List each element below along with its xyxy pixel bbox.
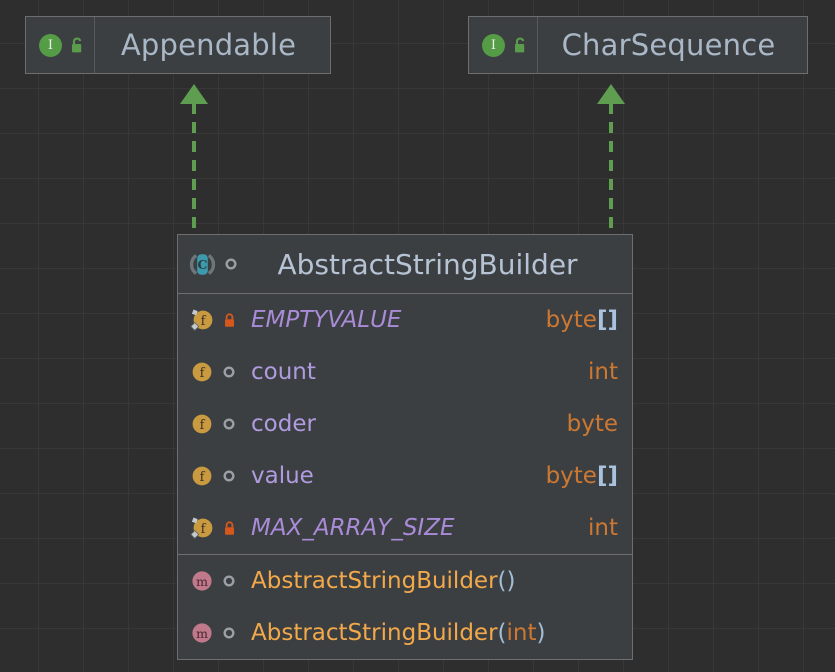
method-signature: (int) <box>498 620 546 646</box>
class-name-label: AbstractStringBuilder <box>277 247 578 281</box>
class-fields-section: f EMPTYVALUE byte[] f count int f coder … <box>178 294 632 555</box>
package-private-circle-icon <box>225 258 237 270</box>
field-type-label: byte[] <box>546 307 618 333</box>
svg-text:m: m <box>196 574 208 589</box>
svg-text:C: C <box>198 257 208 272</box>
method-params: int <box>506 620 537 646</box>
field-type-text: int <box>588 515 618 541</box>
field-type-label: int <box>588 515 618 541</box>
package-private-circle-icon <box>223 575 235 587</box>
array-brackets: [] <box>596 463 618 489</box>
class-header-icons: C <box>178 251 237 278</box>
field-type-label: byte <box>567 411 618 437</box>
field-name-label: count <box>251 359 316 385</box>
open-paren: ( <box>497 568 507 594</box>
field-icons: f <box>189 411 251 437</box>
field-icons: f <box>189 307 251 333</box>
method-row-constructor-int[interactable]: m AbstractStringBuilder (int) <box>178 607 632 659</box>
interface-node-appendable[interactable]: I Appendable <box>25 16 331 74</box>
class-node-abstractstringbuilder[interactable]: C AbstractStringBuilder f EMPTYVALUE byt… <box>177 234 633 660</box>
inheritance-arrowhead-icon <box>180 84 208 104</box>
dashed-connector-line <box>609 103 613 235</box>
interface-icon: I <box>482 33 505 57</box>
inheritance-arrowhead-icon <box>597 84 625 104</box>
field-row-count[interactable]: f count int <box>178 346 632 398</box>
package-private-circle-icon <box>223 627 235 639</box>
interface-node-charsequence[interactable]: I CharSequence <box>468 16 808 74</box>
field-row-coder[interactable]: f coder byte <box>178 398 632 450</box>
dashed-connector-line <box>192 103 196 235</box>
package-private-circle-icon <box>223 366 235 378</box>
field-type-text: byte <box>545 307 597 333</box>
field-icons: f <box>189 359 251 385</box>
field-type-label: byte[] <box>546 463 618 489</box>
unlocked-padlock-icon <box>515 37 525 52</box>
abstract-class-icon: C <box>189 253 216 275</box>
interface-node-icons: I <box>469 17 538 73</box>
field-icon: f <box>192 414 212 434</box>
method-icon: m <box>192 571 212 591</box>
package-private-circle-icon <box>223 470 235 482</box>
field-name-label: EMPTYVALUE <box>251 307 402 333</box>
close-paren: ) <box>536 620 546 646</box>
field-name-label: coder <box>251 411 316 437</box>
method-icons: m <box>189 568 251 594</box>
close-paren: ) <box>506 568 516 594</box>
field-name-label: MAX_ARRAY_SIZE <box>251 515 455 541</box>
class-node-header: C AbstractStringBuilder <box>178 235 632 294</box>
locked-padlock-icon <box>225 312 234 327</box>
field-icons: f <box>189 463 251 489</box>
locked-padlock-icon <box>225 520 234 535</box>
diagram-canvas[interactable]: I Appendable I CharSequence C AbstractSt… <box>0 0 835 672</box>
interface-name-label: Appendable <box>120 28 297 62</box>
field-icons: f <box>189 515 251 541</box>
class-methods-section: m AbstractStringBuilder () m AbstractStr… <box>178 555 632 659</box>
field-icon: f <box>192 466 212 486</box>
array-brackets: [] <box>596 307 618 333</box>
method-icon: m <box>192 623 212 643</box>
open-paren: ( <box>497 620 507 646</box>
method-row-constructor-noargs[interactable]: m AbstractStringBuilder () <box>178 555 632 607</box>
field-type-text: int <box>588 359 618 385</box>
svg-text:m: m <box>196 626 208 641</box>
field-icon: f <box>192 362 212 382</box>
static-field-icon: f <box>190 309 213 331</box>
field-type-label: int <box>588 359 618 385</box>
static-field-icon: f <box>190 517 213 539</box>
interface-node-icons: I <box>26 17 95 73</box>
method-name-label: AbstractStringBuilder <box>251 620 498 646</box>
field-row-emptyvalue[interactable]: f EMPTYVALUE byte[] <box>178 294 632 346</box>
field-name-label: value <box>251 463 314 489</box>
interface-icon: I <box>39 33 62 57</box>
method-signature: () <box>498 568 516 594</box>
package-private-circle-icon <box>223 418 235 430</box>
method-icons: m <box>189 620 251 646</box>
interface-name-label: CharSequence <box>561 28 776 62</box>
field-row-max-array-size[interactable]: f MAX_ARRAY_SIZE int <box>178 502 632 554</box>
method-name-label: AbstractStringBuilder <box>251 568 498 594</box>
field-row-value[interactable]: f value byte[] <box>178 450 632 502</box>
field-type-text: byte <box>566 411 618 437</box>
unlocked-padlock-icon <box>72 37 82 52</box>
field-type-text: byte <box>545 463 597 489</box>
